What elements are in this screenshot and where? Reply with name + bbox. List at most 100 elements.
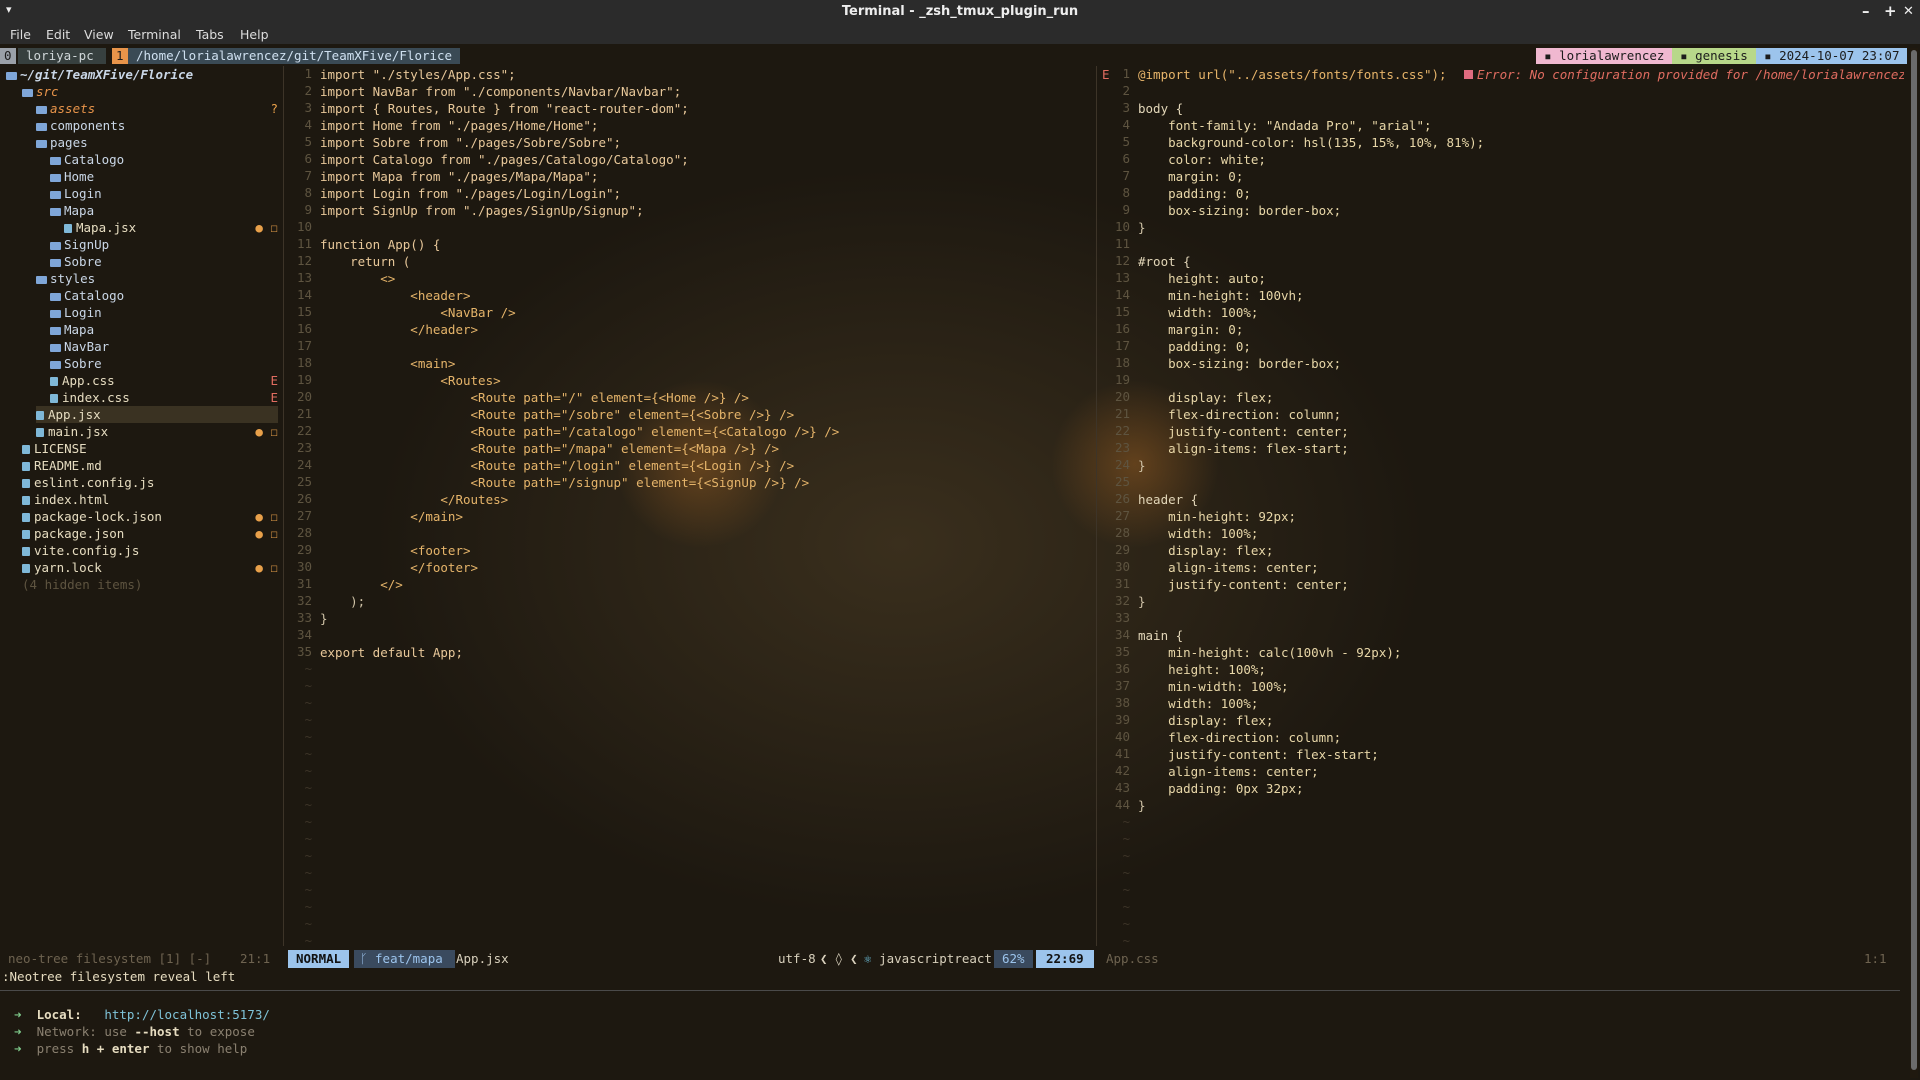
line-number: 32 [1114, 593, 1130, 608]
error-icon [1464, 70, 1473, 79]
tree-status-label: neo-tree filesystem [1] [-] [8, 951, 212, 966]
line-number: 11 [1114, 236, 1130, 251]
file-icon [22, 530, 30, 539]
tree-folder[interactable]: styles [36, 270, 278, 287]
scrollbar-thumb[interactable] [1911, 50, 1917, 1070]
tree-folder[interactable]: assets? [36, 100, 278, 117]
tree-file[interactable]: index.css E [50, 389, 278, 406]
tmux-session-badge: ▪ genesis [1672, 48, 1756, 64]
line-number: 27 [296, 508, 312, 523]
empty-line-marker: ~ [304, 695, 312, 710]
tree-file[interactable]: LICENSE [22, 440, 278, 457]
tree-file[interactable]: main.jsx ● ☐ [36, 423, 278, 440]
calendar-icon: ▪ [1764, 48, 1780, 63]
tree-folder[interactable]: Login [50, 185, 278, 202]
tree-item-label: Mapa.jsx [76, 220, 137, 235]
line-number: 25 [1114, 474, 1130, 489]
tree-hidden-items[interactable]: (4 hidden items) [22, 576, 278, 593]
tree-folder[interactable]: components [36, 117, 278, 134]
menu-file[interactable]: File [10, 27, 31, 42]
window-titlebar: ▾ Terminal - _zsh_tmux_plugin_run – + ✕ [0, 0, 1920, 24]
line-number: 35 [1114, 644, 1130, 659]
menu-terminal[interactable]: Terminal [128, 27, 181, 42]
tree-folder[interactable]: NavBar [50, 338, 278, 355]
tree-folder[interactable]: Catalogo [50, 287, 278, 304]
line-number: 26 [1114, 491, 1130, 506]
code-line: } [1138, 798, 1146, 813]
tree-item-label: package-lock.json [34, 509, 162, 524]
folder-icon [50, 190, 61, 199]
branch-icon: ᚴ [360, 951, 376, 966]
tree-folder[interactable]: src [22, 83, 278, 100]
tree-file[interactable]: App.css E [50, 372, 278, 389]
tree-item-label: Catalogo [64, 152, 125, 167]
tree-folder[interactable]: Sobre [50, 355, 278, 372]
line-number: 10 [1114, 219, 1130, 234]
empty-line-marker: ~ [304, 797, 312, 812]
tree-folder[interactable]: Home [50, 168, 278, 185]
line-number: 6 [304, 151, 312, 166]
tree-file[interactable]: eslint.config.js [22, 474, 278, 491]
git-status-badge: ● ☐ [255, 560, 278, 575]
line-number: 5 [304, 134, 312, 149]
tree-folder[interactable]: pages [36, 134, 278, 151]
tree-file[interactable]: package.json ● ☐ [22, 525, 278, 542]
diagnostic-error-message: Error: No configuration provided for /ho… [1464, 66, 1904, 83]
tree-file[interactable]: App.jsx [36, 406, 278, 423]
code-line: import Login from "./pages/Login/Login"; [320, 186, 622, 201]
scrollbar[interactable] [1910, 48, 1918, 1078]
line-number: 40 [1114, 729, 1130, 744]
tree-folder[interactable]: Sobre [50, 253, 278, 270]
folder-icon: ▪ [1544, 48, 1560, 63]
close-icon[interactable]: ✕ [1903, 4, 1914, 19]
status-encoding: utf-8 [778, 951, 816, 966]
arrow-icon: ➜ [14, 1007, 37, 1022]
tree-folder[interactable]: Mapa [50, 321, 278, 338]
tmux-window-name[interactable]: loriya-pc [18, 48, 106, 64]
tree-file[interactable]: index.html [22, 491, 278, 508]
tree-folder[interactable]: SignUp [50, 236, 278, 253]
code-line: import "./styles/App.css"; [320, 67, 516, 82]
tmux-user-badge: ▪ lorialawrencez [1536, 48, 1673, 64]
tree-folder[interactable]: Login [50, 304, 278, 321]
command-line[interactable]: :Neotree filesystem reveal left [2, 968, 235, 985]
code-line: import NavBar from "./components/Navbar/… [320, 84, 682, 99]
tmux-window-number-active[interactable]: 1 [112, 48, 128, 64]
empty-line-marker: ~ [304, 933, 312, 948]
menu-help[interactable]: Help [240, 27, 269, 42]
tree-root[interactable]: ~/git/TeamXFive/Florice [6, 66, 193, 83]
menu-edit[interactable]: Edit [46, 27, 70, 42]
tree-file[interactable]: Mapa.jsx ● ☐ [64, 219, 278, 236]
tree-file[interactable]: README.md [22, 457, 278, 474]
code-line: box-sizing: border-box; [1138, 356, 1342, 371]
minimize-icon[interactable]: – [1862, 2, 1870, 20]
tmux-window-path[interactable]: /home/lorialawrencez/git/TeamXFive/Flori… [128, 48, 461, 64]
vite-local-url[interactable]: http://localhost:5173/ [104, 1007, 270, 1022]
menu-tabs[interactable]: Tabs [196, 27, 224, 42]
maximize-icon[interactable]: + [1884, 2, 1897, 20]
line-number: 38 [1114, 695, 1130, 710]
line-number: 27 [1114, 508, 1130, 523]
empty-line-marker: ~ [1122, 865, 1130, 880]
git-branch-label: feat/mapa [375, 951, 443, 966]
tree-folder[interactable]: Mapa [50, 202, 278, 219]
code-line: body { [1138, 101, 1184, 116]
tree-file[interactable]: package-lock.json ● ☐ [22, 508, 278, 525]
tree-folder[interactable]: Catalogo [50, 151, 278, 168]
statusline: neo-tree filesystem [1] [-] 21:1 NORMAL … [0, 950, 1920, 968]
line-number: 19 [1114, 372, 1130, 387]
code-line: width: 100%; [1138, 305, 1259, 320]
git-status-badge: E [270, 390, 278, 405]
tmux-window-number[interactable]: 0 [0, 48, 16, 64]
code-line: margin: 0; [1138, 322, 1244, 337]
file-icon [36, 411, 44, 420]
code-line: min-height: 100vh; [1138, 288, 1304, 303]
tree-item-label: Mapa [64, 322, 95, 337]
status-percent: 62% [994, 950, 1033, 968]
menu-view[interactable]: View [84, 27, 114, 42]
line-number: 13 [296, 270, 312, 285]
line-number: 43 [1114, 780, 1130, 795]
file-icon [22, 564, 30, 573]
tree-file[interactable]: yarn.lock ● ☐ [22, 559, 278, 576]
tree-file[interactable]: vite.config.js [22, 542, 278, 559]
